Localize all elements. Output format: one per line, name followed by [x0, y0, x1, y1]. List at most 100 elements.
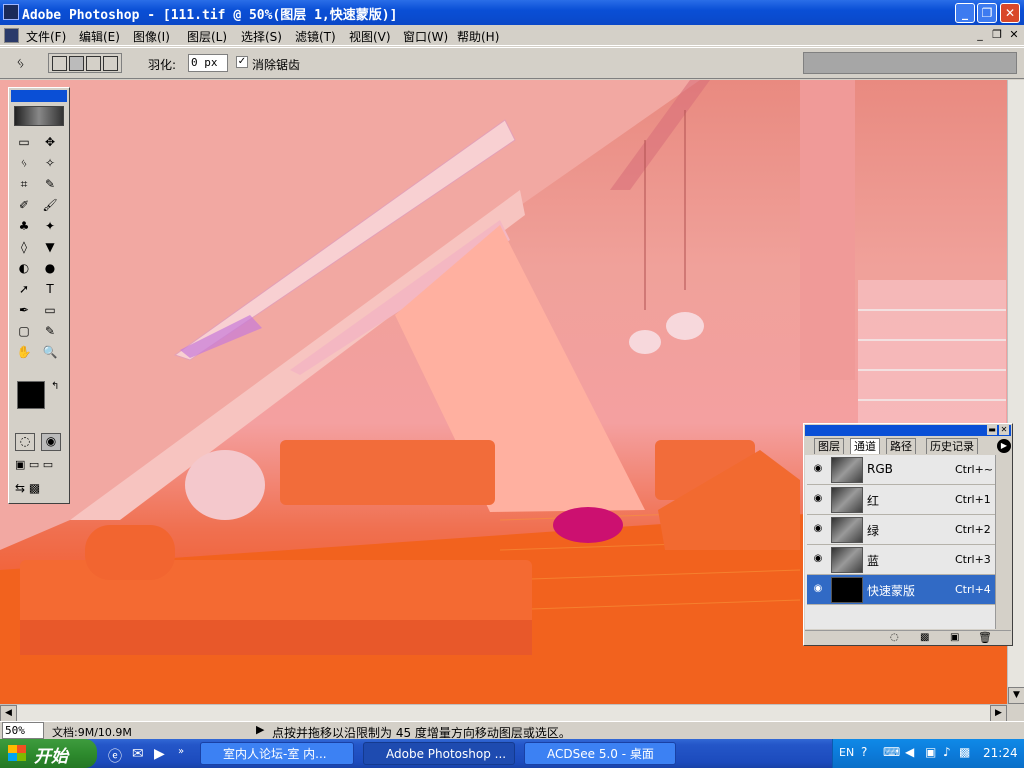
- quicklaunch-more-icon[interactable]: »: [178, 746, 184, 757]
- screen-mode-icons[interactable]: ▣ ▭ ▭: [15, 458, 53, 471]
- visibility-eye-icon[interactable]: ◉: [811, 583, 825, 595]
- delete-channel-icon[interactable]: 🗑: [978, 631, 992, 644]
- tool-4-0-icon[interactable]: ♣: [13, 216, 35, 236]
- menu-layer[interactable]: 图层(L): [187, 28, 227, 45]
- visibility-eye-icon[interactable]: ◉: [811, 463, 825, 475]
- panel-scrollbar[interactable]: [995, 455, 1011, 629]
- tool-10-0-icon[interactable]: ✋: [13, 342, 35, 362]
- tool-1-0-icon[interactable]: ᛃ: [13, 153, 35, 173]
- tab-channels[interactable]: 通道: [850, 438, 880, 454]
- channel-row[interactable]: ◉ 绿 Ctrl+2: [807, 515, 995, 545]
- status-arrow-icon[interactable]: ▶: [256, 723, 264, 736]
- close-button[interactable]: ✕: [1000, 3, 1020, 23]
- clock[interactable]: 21:24: [983, 746, 1018, 760]
- antialias-checkbox[interactable]: ✓: [236, 56, 248, 68]
- toolbox-title-bar[interactable]: [11, 90, 67, 102]
- tool-3-0-icon[interactable]: ✐: [13, 195, 35, 215]
- menu-help[interactable]: 帮助(H): [457, 28, 499, 45]
- tool-9-0-icon[interactable]: ▢: [13, 321, 35, 341]
- outlook-icon[interactable]: ✉: [132, 746, 144, 762]
- tool-10-1-icon[interactable]: 🔍: [39, 342, 61, 362]
- media-player-icon[interactable]: ▶: [154, 746, 165, 762]
- panel-close-icon[interactable]: ✕: [999, 425, 1009, 435]
- tool-6-0-icon[interactable]: ◐: [13, 258, 35, 278]
- tool-0-1-icon[interactable]: ✥: [39, 132, 61, 152]
- visibility-eye-icon[interactable]: ◉: [811, 523, 825, 535]
- tool-8-1-icon[interactable]: ▭: [39, 300, 61, 320]
- scroll-down-button[interactable]: ▼: [1008, 687, 1024, 704]
- tool-1-1-icon[interactable]: ✧: [39, 153, 61, 173]
- panel-minimize-icon[interactable]: ▬: [987, 425, 997, 435]
- ime-icon[interactable]: ⌨: [883, 745, 900, 759]
- foreground-color-swatch[interactable]: [17, 381, 45, 409]
- network-icon[interactable]: ▣: [925, 745, 936, 759]
- save-selection-icon[interactable]: ▩: [920, 632, 929, 643]
- restore-button[interactable]: ❐: [977, 3, 997, 23]
- tab-layers[interactable]: 图层: [814, 438, 844, 454]
- doc-restore-button[interactable]: ❐: [989, 28, 1005, 42]
- ie-icon[interactable]: ⓔ: [108, 746, 122, 766]
- horizontal-scrollbar[interactable]: ◀ ▶: [0, 704, 1007, 722]
- tool-5-0-icon[interactable]: ◊: [13, 237, 35, 257]
- visibility-eye-icon[interactable]: ◉: [811, 553, 825, 565]
- task-photoshop[interactable]: Adobe Photoshop ...: [363, 742, 515, 765]
- tool-8-0-icon[interactable]: ✒: [13, 300, 35, 320]
- volume-icon[interactable]: ♪: [943, 745, 951, 759]
- tool-7-1-icon[interactable]: T: [39, 279, 61, 299]
- tool-2-0-icon[interactable]: ⌗: [13, 174, 35, 194]
- zoom-field[interactable]: 50%: [2, 722, 44, 739]
- tool-5-1-icon[interactable]: ▼: [39, 237, 61, 257]
- add-selection-icon[interactable]: [69, 56, 84, 71]
- task-forum[interactable]: 室内人论坛-室 内...: [200, 742, 354, 765]
- minimize-button[interactable]: _: [955, 3, 975, 23]
- scroll-right-button[interactable]: ▶: [990, 705, 1007, 722]
- menu-file[interactable]: 文件(F): [26, 28, 66, 45]
- start-button[interactable]: 开始: [0, 739, 97, 768]
- menu-window[interactable]: 窗口(W): [403, 28, 448, 45]
- adobe-logo[interactable]: [14, 106, 64, 126]
- subtract-selection-icon[interactable]: [86, 56, 101, 71]
- swap-colors-icon[interactable]: ↰: [51, 381, 59, 392]
- tool-0-0-icon[interactable]: ▭: [13, 132, 35, 152]
- menu-select[interactable]: 选择(S): [241, 28, 282, 45]
- menu-image[interactable]: 图像(I): [133, 28, 170, 45]
- channel-row[interactable]: ◉ 蓝 Ctrl+3: [807, 545, 995, 575]
- load-selection-icon[interactable]: ◌: [890, 632, 899, 643]
- lasso-tool-icon[interactable]: ᛃ: [16, 54, 25, 72]
- channel-row[interactable]: ◉ 快速蒙版 Ctrl+4: [807, 575, 995, 605]
- feather-input[interactable]: 0 px: [188, 54, 228, 72]
- photoshop-app-icon[interactable]: [3, 4, 19, 20]
- tool-3-1-icon[interactable]: 🖌: [39, 195, 61, 215]
- tool-6-1-icon[interactable]: ●: [39, 258, 61, 278]
- jump-to-imageready-icon[interactable]: ⇆ ▩: [15, 481, 40, 495]
- tab-paths[interactable]: 路径: [886, 438, 916, 454]
- tray-app-icon[interactable]: ▩: [959, 745, 970, 759]
- intersect-selection-icon[interactable]: [103, 56, 118, 71]
- document-icon[interactable]: [4, 28, 19, 43]
- menu-view[interactable]: 视图(V): [349, 28, 391, 45]
- panel-menu-icon[interactable]: ▶: [997, 439, 1011, 453]
- doc-minimize-button[interactable]: _: [972, 28, 988, 42]
- menu-filter[interactable]: 滤镜(T): [295, 28, 336, 45]
- quick-mask-mode-icon[interactable]: ◉: [41, 433, 61, 451]
- task-acdsee[interactable]: ACDSee 5.0 - 桌面: [524, 742, 676, 765]
- new-channel-icon[interactable]: ▣: [950, 632, 959, 643]
- tab-history[interactable]: 历史记录: [926, 438, 978, 454]
- tool-2-1-icon[interactable]: ✎: [39, 174, 61, 194]
- channel-row[interactable]: ◉ 红 Ctrl+1: [807, 485, 995, 515]
- menu-edit[interactable]: 编辑(E): [79, 28, 120, 45]
- doc-close-button[interactable]: ✕: [1006, 28, 1022, 42]
- scroll-left-button[interactable]: ◀: [0, 705, 17, 722]
- help-icon[interactable]: ?: [861, 745, 867, 759]
- palette-well[interactable]: [803, 52, 1017, 74]
- tray-expand-icon[interactable]: ◀: [905, 745, 914, 759]
- tool-9-1-icon[interactable]: ✎: [39, 321, 61, 341]
- standard-mode-icon[interactable]: ◌: [15, 433, 35, 451]
- visibility-eye-icon[interactable]: ◉: [811, 493, 825, 505]
- panel-title-bar[interactable]: [805, 425, 1011, 436]
- tool-4-1-icon[interactable]: ✦: [39, 216, 61, 236]
- language-indicator[interactable]: EN: [839, 746, 854, 759]
- tool-7-0-icon[interactable]: ➚: [13, 279, 35, 299]
- channel-row[interactable]: ◉ RGB Ctrl+~: [807, 455, 995, 485]
- new-selection-icon[interactable]: [52, 56, 67, 71]
